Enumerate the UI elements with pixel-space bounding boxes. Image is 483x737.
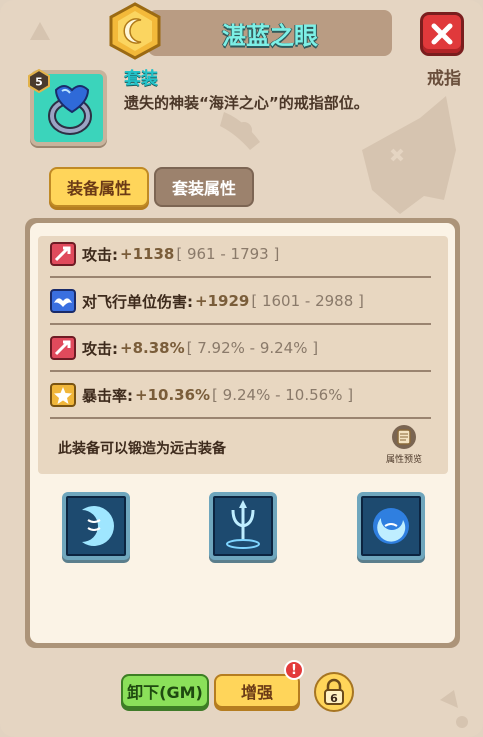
stat-name: 暴击率: (82, 386, 133, 405)
moon-icon (109, 2, 161, 60)
skill-slot[interactable] (209, 492, 277, 560)
level-number: 5 (35, 76, 43, 89)
wave-crescent-skill-icon (82, 506, 114, 546)
anti-air-damage-icon (50, 289, 76, 313)
preview-label: 属性预览 (385, 455, 422, 465)
item-title: 湛蓝之眼 (222, 21, 318, 50)
set-label[interactable]: 套装 (124, 64, 158, 89)
stat-name: 攻击: (82, 339, 118, 358)
attack-icon (50, 336, 76, 360)
stat-name: 攻击: (82, 245, 118, 264)
item-description: 遗失的神装“海洋之心”的戒指部位。 (124, 94, 369, 112)
water-orb-skill-icon (373, 508, 409, 544)
stat-name: 对飞行单位伤害: (82, 292, 193, 311)
unequip-button[interactable]: 卸下(GM) (121, 674, 209, 708)
stat-row: 暴击率: +10.36% [ 9.24% - 10.56% ] (50, 373, 431, 419)
crit-rate-icon (50, 383, 76, 407)
stat-row: 攻击: +8.38% [ 7.92% - 9.24% ] (50, 326, 431, 372)
alert-badge: ! (284, 660, 304, 680)
stat-range: [ 9.24% - 10.56% ] (212, 386, 354, 404)
stat-row: 攻击: +1138 [ 961 - 1793 ] (50, 232, 431, 278)
attack-icon (50, 242, 76, 266)
stat-value: +1929 (195, 292, 250, 310)
close-icon (431, 23, 453, 45)
close-button[interactable] (420, 12, 464, 56)
skill-slot[interactable] (357, 492, 425, 560)
stat-range: [ 1601 - 2988 ] (251, 292, 364, 310)
enhance-button[interactable]: 增强 (214, 674, 300, 708)
tab-equipment-attributes[interactable]: 装备属性 (49, 167, 149, 207)
stat-value: +10.36% (135, 386, 211, 404)
scroll-icon (392, 425, 416, 449)
forge-note: 此装备可以锻造为远古装备 (58, 441, 226, 457)
skill-slot[interactable] (62, 492, 130, 560)
stat-row: 对飞行单位伤害: +1929 [ 1601 - 2988 ] (50, 279, 431, 325)
title-bar: 湛蓝之眼 (148, 10, 392, 56)
lock-level: 6 (330, 692, 338, 705)
stat-range: [ 961 - 1793 ] (176, 245, 280, 263)
trident-skill-icon (226, 500, 260, 549)
lock-button[interactable]: 6 (314, 672, 354, 712)
tab-set-attributes[interactable]: 套装属性 (154, 167, 254, 207)
stat-value: +1138 (120, 245, 175, 263)
stat-range: [ 7.92% - 9.24% ] (186, 339, 319, 357)
attribute-preview-button[interactable]: 属性预览 (378, 424, 430, 466)
stat-value: +8.38% (120, 339, 185, 357)
item-type: 戒指 (427, 69, 461, 89)
level-badge: 5 (28, 69, 50, 93)
lock-icon: 6 (324, 678, 344, 705)
